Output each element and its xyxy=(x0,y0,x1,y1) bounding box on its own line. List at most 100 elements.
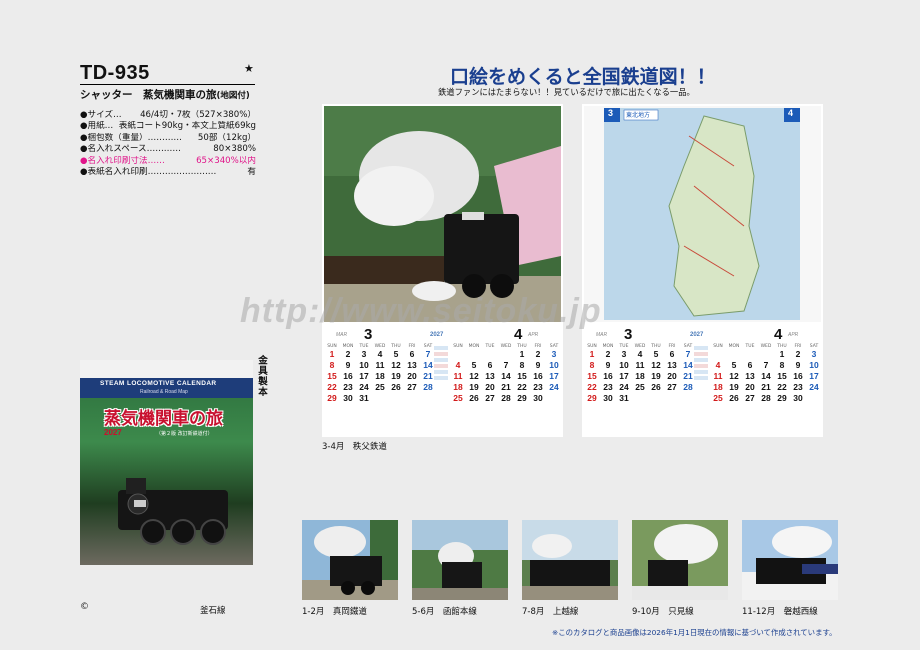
thumbnail-photo xyxy=(742,520,838,600)
calendar-day: 1 xyxy=(589,349,595,359)
calendar-day xyxy=(648,393,664,404)
spec-paper: ●用紙… 表紙コート90kg・本文上質紙69kg xyxy=(80,121,256,132)
calendar-day: 8 xyxy=(329,360,335,370)
steam-train-photo xyxy=(324,106,561,322)
month-left-en: MAR xyxy=(336,332,348,338)
thumbnail-caption: 11-12月 磐越西線 xyxy=(742,607,818,617)
spec-value: 46/4切・7枚（527×380%） xyxy=(140,110,256,120)
spec-value: 表紙コート90kg・本文上質紙69kg xyxy=(118,121,256,132)
calendar-day: 29 xyxy=(517,393,527,403)
spec-packing: ●梱包数（重量）………… 50部（12kg） xyxy=(80,133,256,144)
calendar-day: 6 xyxy=(669,349,675,359)
april-days: 1 2 3 4 5 6 7 8 9 10 11 12 13 14 15 16 17 18 19 20 21 22 23 24 2… xyxy=(710,349,822,404)
calendar-day: 6 xyxy=(409,349,415,359)
calendar-day: 12 xyxy=(391,360,401,370)
month-right-en: APR xyxy=(788,332,799,338)
thumbnail-sep-oct xyxy=(632,520,728,600)
calendar-day: 18 xyxy=(635,371,645,381)
spread-left-header: MAR 3 2027 4 APR xyxy=(322,326,563,344)
calendar-day: 14 xyxy=(761,371,771,381)
calendar-day: 30 xyxy=(533,393,543,403)
calendar-day: 8 xyxy=(779,360,785,370)
thumbnail-jan-feb xyxy=(302,520,398,600)
calendar-day: 7 xyxy=(503,360,509,370)
calendar-day xyxy=(632,393,648,404)
spec-label: ●名入れスペース………… xyxy=(80,144,181,155)
calendar-day: 3 xyxy=(361,349,367,359)
calendar-day: 11 xyxy=(453,371,463,381)
calendar-day: 21 xyxy=(501,382,511,392)
spec-label: ●用紙… xyxy=(80,121,114,132)
calendar-day xyxy=(466,349,482,360)
month-left-number: 3 xyxy=(624,326,633,343)
thumbnail-caption: 5-6月 函館本線 xyxy=(412,607,477,617)
calendar-day: 17 xyxy=(359,371,369,381)
thumbnail-caption: 1-2月 真岡鐵道 xyxy=(302,607,367,617)
calendar-day: 29 xyxy=(327,393,337,403)
calendar-day xyxy=(710,349,726,360)
calendar-day: 15 xyxy=(517,371,527,381)
calendar-day: 10 xyxy=(809,360,819,370)
march-notes xyxy=(694,344,708,392)
star-mark: ★ xyxy=(244,62,254,75)
calendar-day: 8 xyxy=(519,360,525,370)
calendar-day xyxy=(806,393,822,404)
calendar-day: 19 xyxy=(391,371,401,381)
calendar-day: 25 xyxy=(453,393,463,403)
railway-map-image xyxy=(584,106,821,322)
calendar-day: 31 xyxy=(359,393,369,403)
calendar-day: 10 xyxy=(619,360,629,370)
spread-right-header: MAR 3 2027 4 APR xyxy=(582,326,823,344)
calendar-day: 17 xyxy=(619,371,629,381)
subheadline: 鉄道ファンにはたまらない！！見ているだけで旅に出たくなる一品。 xyxy=(438,87,695,97)
calendar-day: 4 xyxy=(715,360,721,370)
calendar-day: 5 xyxy=(471,360,477,370)
calendar-day: 13 xyxy=(485,371,495,381)
calendar-day: 23 xyxy=(533,382,543,392)
calendar-day: 17 xyxy=(549,371,559,381)
spec-print-size: ●名入れ印刷寸法…… 65×340%以内 xyxy=(80,156,256,167)
calendar-page-map: 3 4 東北地方 MAR 3 2027 4 APR SUN MON TUE WED TH… xyxy=(582,104,823,437)
calendar-day xyxy=(388,393,404,404)
thumbnail-caption: 7-8月 上越線 xyxy=(522,607,579,617)
map-left-tab: 3 xyxy=(608,108,614,118)
calendar-day: 5 xyxy=(731,360,737,370)
calendar-day xyxy=(450,349,466,360)
calendar-day: 19 xyxy=(469,382,479,392)
calendar-day: 28 xyxy=(761,393,771,403)
spec-cover-print: ●表紙名入れ印刷…………………… 有 xyxy=(80,167,256,178)
calendar-day: 10 xyxy=(549,360,559,370)
calendar-day: 27 xyxy=(667,382,677,392)
calendar-day: 1 xyxy=(329,349,335,359)
calendar-day: 23 xyxy=(793,382,803,392)
calendar-cover: STEAM LOCOMOTIVE CALENDAR Railroad & Roa… xyxy=(80,360,253,565)
calendar-day: 16 xyxy=(343,371,353,381)
calendar-day: 11 xyxy=(635,360,645,370)
calendar-day: 4 xyxy=(637,349,643,359)
calendar-day: 25 xyxy=(375,382,385,392)
calendar-day xyxy=(404,393,420,404)
calendar-day: 23 xyxy=(603,382,613,392)
spec-label: ●サイズ… xyxy=(80,110,122,120)
spec-label: ●梱包数（重量）………… xyxy=(80,132,183,143)
headline: 口絵をめくると全国鉄道図！！ xyxy=(450,66,716,88)
march-grid: SUN MON TUE WED THU FRI SAT 1 2 3 4 5 6 7 8 9 10 11 12 13 1… xyxy=(584,344,696,404)
thumbnail-photo xyxy=(632,520,728,600)
calendar-day: 9 xyxy=(795,360,801,370)
product-title: シャッター 蒸気機関車の旅(地図付) xyxy=(80,87,250,102)
calendar-day xyxy=(664,393,680,404)
calendar-day: 25 xyxy=(635,382,645,392)
product-title-main: シャッター 蒸気機関車の旅 xyxy=(80,89,217,101)
calendar-day: 30 xyxy=(603,393,613,403)
calendar-day: 24 xyxy=(809,382,819,392)
thumbnail-may-jun xyxy=(412,520,508,600)
calendar-day: 3 xyxy=(621,349,627,359)
steam-locomotive-image xyxy=(118,478,228,545)
calendar-day: 16 xyxy=(603,371,613,381)
thumbnail-caption: 9-10月 只見線 xyxy=(632,607,694,617)
calendar-day: 4 xyxy=(455,360,461,370)
april-days: 1 2 3 4 5 6 7 8 9 10 11 12 13 14 15 16 17 18 19 20 21 22 23 24 2… xyxy=(450,349,562,404)
spread-year: 2027 xyxy=(430,332,444,338)
spec-value: 50部（12kg） xyxy=(197,132,256,143)
calendar-day: 3 xyxy=(551,349,557,359)
